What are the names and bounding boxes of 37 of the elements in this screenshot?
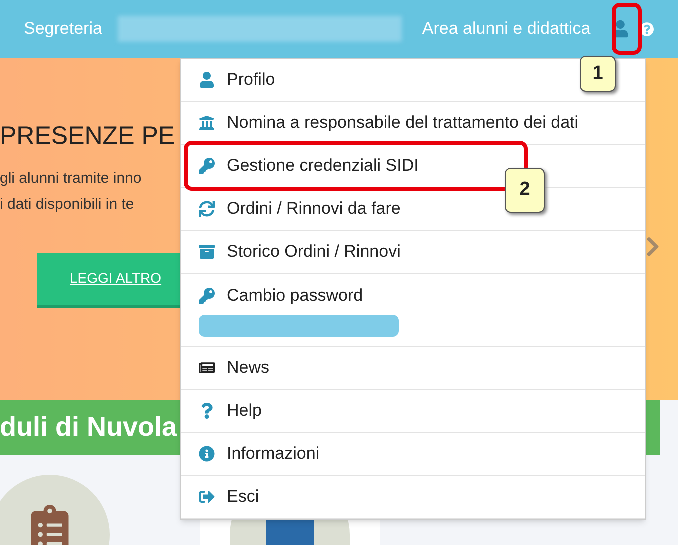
archive-icon [199,244,215,260]
menu-item[interactable]: Storico Ordini / Rinnovi [181,231,645,274]
refresh-icon [199,201,215,217]
menu-item[interactable]: Informazioni [181,433,645,476]
building-icon [199,115,215,131]
menu-item[interactable]: News [181,347,645,390]
key-icon [199,158,215,174]
clipboard-icon [30,505,70,545]
step-callout-tooltip: 2 [505,168,545,213]
hero-text: i dati disponibili in te [0,195,134,215]
menu-label: Profilo [227,69,276,92]
menu-item[interactable]: Help [181,390,645,433]
menu-label: Informazioni [227,443,320,466]
user-icon [199,72,215,88]
hero-title: PRESENZE PE [0,121,176,152]
menu-label: News [227,357,270,380]
logout-icon [199,489,215,505]
menu-label: Help [227,400,262,422]
help-icon [199,403,215,419]
menu-item[interactable]: Nomina a responsabile del trattamento dei dati [181,102,645,145]
newspaper-icon [199,360,215,376]
menu-label: Nomina a responsabile del trattamento dei dati [227,112,579,134]
menu-label: Ordini / Rinnovi da fare [227,198,401,220]
key-icon [199,288,215,304]
menu-item[interactable]: Cambio password [181,274,645,347]
menu-label: Storico Ordini / Rinnovi [227,241,401,264]
info-icon [199,446,215,462]
highlight-frame [612,3,642,55]
next-slide-icon[interactable] [646,235,660,259]
menu-label: Cambio password [227,285,364,308]
step-callout-tooltip: 1 [580,56,616,92]
menu-label: Esci [227,486,260,508]
menu-label: Gestione credenziali SIDI [227,155,419,178]
section-title: duli di Nuvola [0,411,178,444]
menu-item[interactable]: Esci [181,476,645,519]
help-icon[interactable] [640,22,654,36]
hero-text: gli alunni tramite inno [0,168,142,188]
